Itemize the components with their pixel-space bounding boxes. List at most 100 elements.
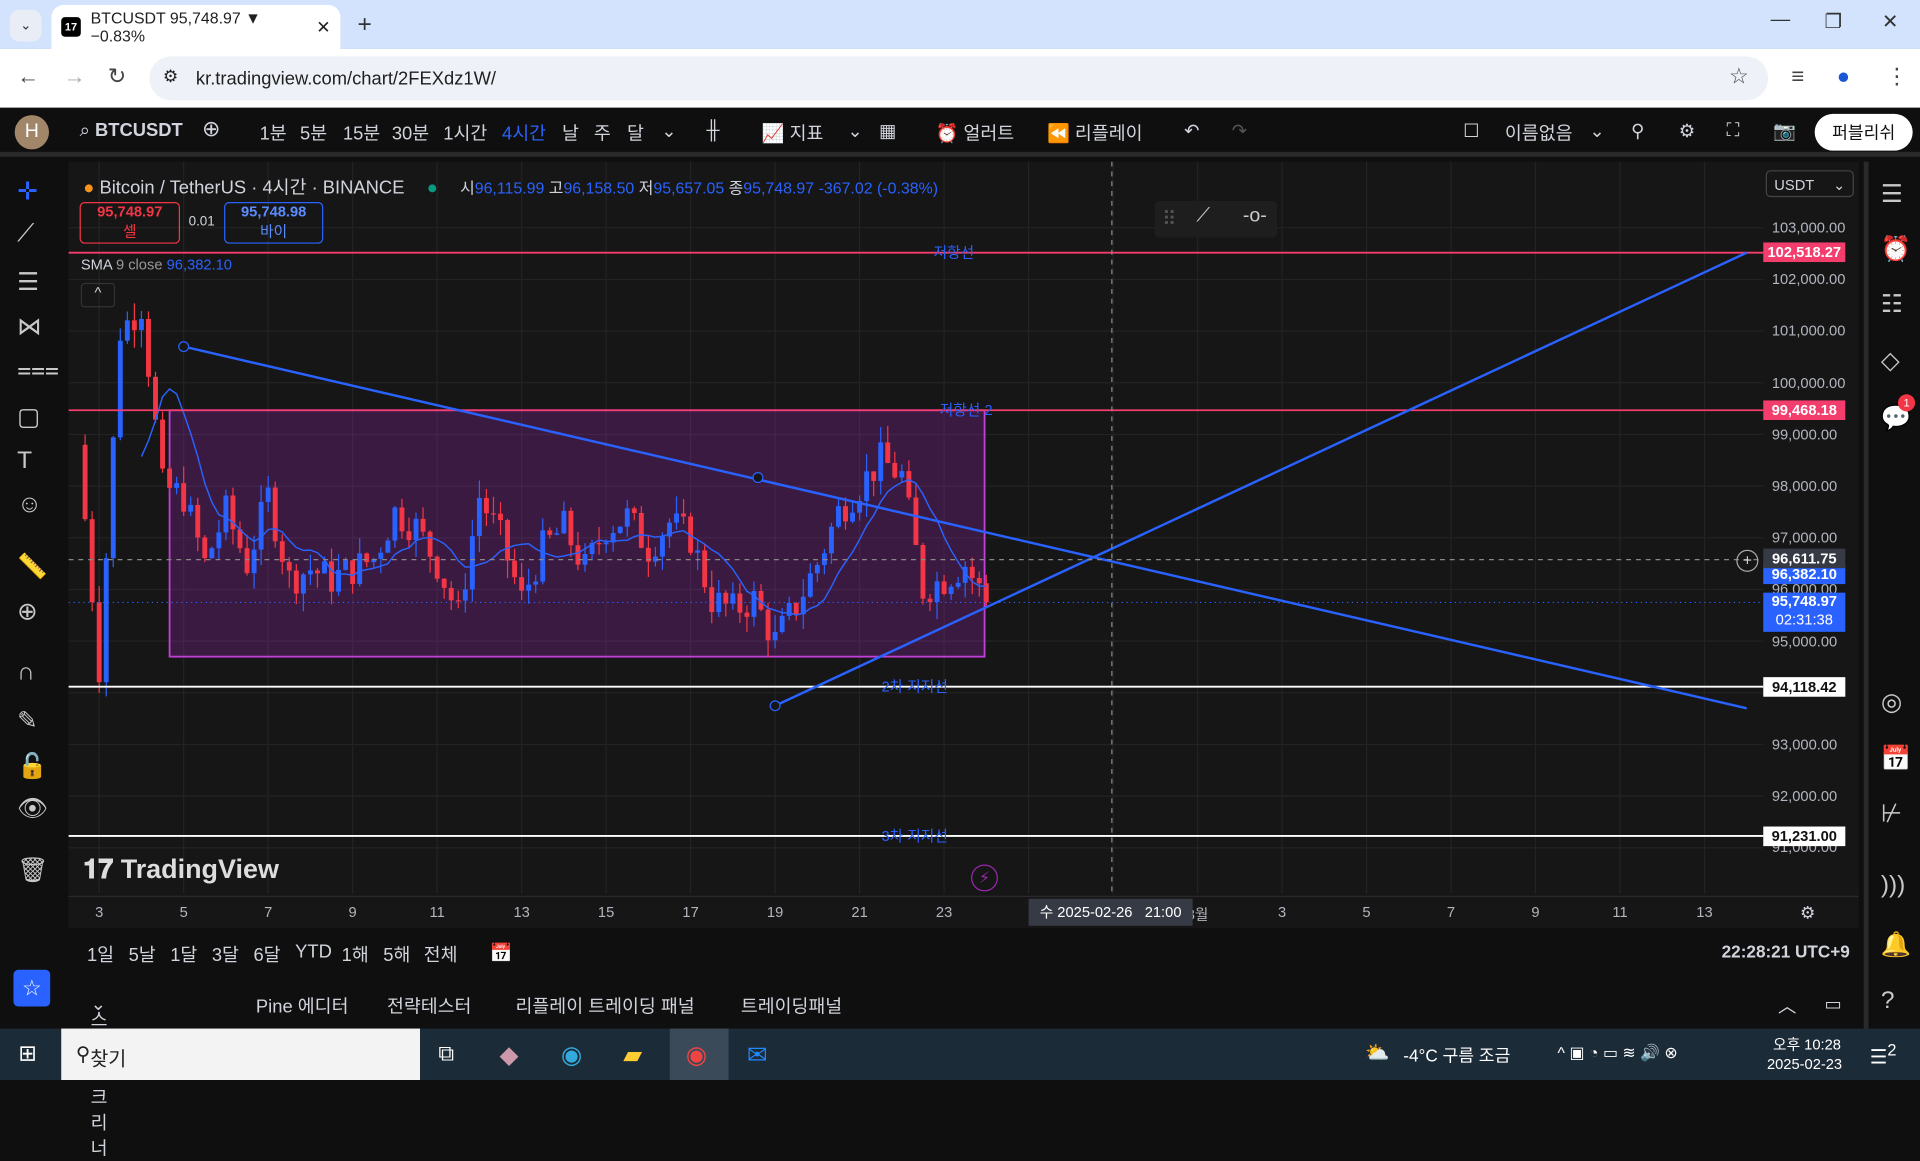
outlook-icon[interactable]: ✉ bbox=[747, 1040, 768, 1071]
close-tab-icon[interactable]: ✕ bbox=[316, 17, 330, 38]
windows-start-icon[interactable]: ⊞ bbox=[18, 1041, 36, 1067]
tf-week[interactable]: 주 bbox=[594, 120, 611, 146]
help-icon[interactable]: ? bbox=[1881, 987, 1895, 1015]
zoom-in-icon[interactable]: ⊕ bbox=[17, 596, 38, 627]
range-1y[interactable]: 1해 bbox=[342, 942, 369, 968]
back-icon[interactable]: ← bbox=[17, 64, 39, 90]
magnet-icon[interactable]: ∩ bbox=[17, 659, 35, 687]
bookmark-star-icon[interactable]: ☆ bbox=[1729, 64, 1749, 90]
currency-select[interactable]: USDT ⌄ bbox=[1765, 170, 1854, 198]
tab-pine-editor[interactable]: Pine 에디터 bbox=[256, 993, 349, 1019]
forecast-icon[interactable]: ⩶ bbox=[17, 356, 59, 384]
minimize-icon[interactable]: — bbox=[1771, 10, 1791, 32]
tray-icons[interactable]: ^ ▣ ◔ ▭ ≋ 🔊 ⊗ bbox=[1558, 1043, 1678, 1063]
publish-button[interactable]: 퍼블리쉬 bbox=[1814, 113, 1913, 151]
close-window-icon[interactable]: ✕ bbox=[1882, 10, 1898, 34]
maximize-panel-icon[interactable]: ▭ bbox=[1824, 993, 1841, 1015]
layers-icon[interactable]: ◇ bbox=[1881, 345, 1900, 376]
edge-icon[interactable]: ◉ bbox=[561, 1040, 582, 1071]
options-icon[interactable]: ⊬ bbox=[1881, 798, 1902, 829]
alert-button[interactable]: ⏰ 얼러트 bbox=[936, 120, 1015, 146]
stream-icon[interactable]: ))) bbox=[1881, 872, 1905, 900]
calendar-icon[interactable]: 📅 bbox=[1881, 743, 1911, 774]
replay-button[interactable]: ⏪ 리플레이 bbox=[1047, 120, 1143, 146]
price-chart[interactable]: 저항선저항선 2 2차 지지선 3차 지지선 bbox=[68, 161, 1859, 929]
tab-stock-screener[interactable]: 스탁 스크리너 ⌄ bbox=[91, 993, 108, 1159]
watchlist-icon[interactable]: ☰ bbox=[1881, 179, 1903, 210]
emoji-icon[interactable]: ☺ bbox=[17, 491, 42, 519]
tf-4h[interactable]: 4시간 bbox=[502, 120, 546, 146]
tf-month[interactable]: 달 bbox=[627, 120, 644, 146]
timeframe-chevron-icon[interactable]: ⌄ bbox=[661, 120, 676, 142]
redo-icon[interactable]: ↷ bbox=[1232, 120, 1247, 142]
clock[interactable]: 22:28:21 UTC+9 bbox=[1722, 942, 1850, 962]
hide-icon[interactable]: 👁 bbox=[17, 793, 48, 824]
indicators-button[interactable]: 📈 지표 bbox=[762, 120, 824, 146]
avatar[interactable]: H bbox=[14, 115, 49, 150]
lightning-icon[interactable]: ⚡ bbox=[971, 864, 998, 892]
range-ytd[interactable]: YTD bbox=[295, 942, 332, 963]
favorites-star-icon[interactable]: ☆ bbox=[13, 969, 51, 1007]
layout-chevron-icon[interactable]: ⌄ bbox=[1589, 120, 1604, 142]
menu-icon[interactable]: ⋮ bbox=[1886, 64, 1908, 90]
collapse-legend-icon[interactable]: ^ bbox=[80, 282, 116, 308]
symbol-search-button[interactable]: ⌕ BTCUSDT bbox=[80, 120, 183, 141]
crosshair-icon[interactable]: ✛ bbox=[17, 176, 38, 207]
forward-icon[interactable]: → bbox=[64, 64, 86, 90]
draw-mode-icon[interactable]: ✎ bbox=[17, 705, 38, 736]
bell-icon[interactable]: 🔔 bbox=[1881, 929, 1911, 960]
horizontal-ray-icon[interactable]: -o- bbox=[1243, 206, 1267, 228]
alerts-clock-icon[interactable]: ⏰ bbox=[1881, 234, 1911, 265]
sell-button[interactable]: 95,748.97 셀 bbox=[79, 202, 181, 244]
range-3m[interactable]: 3달 bbox=[212, 942, 239, 968]
goto-date-icon[interactable]: 📅 bbox=[490, 942, 513, 964]
tf-1m[interactable]: 1분 bbox=[260, 120, 287, 146]
ruler-icon[interactable]: 📏 bbox=[17, 551, 47, 582]
trendline-tool-icon[interactable]: ⟋ bbox=[1196, 206, 1210, 228]
tray-date[interactable]: 2025-02-23 bbox=[1767, 1056, 1842, 1073]
range-5y[interactable]: 5해 bbox=[383, 942, 410, 968]
compare-add-icon[interactable]: ⊕ bbox=[202, 116, 220, 142]
tf-30m[interactable]: 30분 bbox=[392, 120, 429, 146]
shape-icon[interactable]: ▢ bbox=[17, 402, 40, 433]
tf-1h[interactable]: 1시간 bbox=[443, 120, 487, 146]
range-1d[interactable]: 1일 bbox=[87, 942, 114, 968]
expand-panel-icon[interactable]: ︿ bbox=[1778, 993, 1796, 1019]
trendline-icon[interactable]: ⟋ bbox=[17, 220, 34, 248]
tf-15m[interactable]: 15분 bbox=[343, 120, 380, 146]
range-5d[interactable]: 5날 bbox=[129, 942, 156, 968]
range-1m[interactable]: 1달 bbox=[170, 942, 197, 968]
quick-search-icon[interactable]: ⚲ bbox=[1631, 120, 1644, 142]
drag-handle-icon[interactable]: ⠿ bbox=[1162, 207, 1176, 231]
copilot-icon[interactable]: ◆ bbox=[500, 1040, 519, 1071]
add-alert-plus-icon[interactable]: + bbox=[1736, 549, 1759, 572]
url-input[interactable]: kr.tradingview.com/chart/2FEXdz1W/ bbox=[149, 56, 1769, 101]
text-icon[interactable]: T bbox=[17, 447, 32, 475]
fib-icon[interactable]: ☰ bbox=[17, 267, 39, 298]
layout-grid-icon[interactable]: ▦ bbox=[879, 120, 896, 142]
tab-search-chevron-icon[interactable]: ⌄ bbox=[9, 9, 42, 42]
candle-type-icon[interactable]: ╫ bbox=[707, 120, 720, 141]
tf-day[interactable]: 날 bbox=[562, 120, 579, 146]
media-icon[interactable]: ≡ bbox=[1791, 64, 1804, 90]
indicators-chevron-icon[interactable]: ⌄ bbox=[847, 120, 862, 142]
sma-legend[interactable]: SMA 9 close 96,382.10 bbox=[81, 256, 232, 273]
chrome-taskbar-button[interactable]: ◉ bbox=[669, 1028, 729, 1081]
buy-button[interactable]: 95,748.98 바이 bbox=[224, 202, 324, 244]
browser-tab[interactable]: 17 BTCUSDT 95,748.97 ▼ −0.83% ✕ bbox=[51, 4, 341, 49]
tab-replay-panel[interactable]: 리플레이 트레이딩 패널 bbox=[516, 993, 695, 1019]
settings-icon[interactable]: ⚙ bbox=[1679, 120, 1695, 142]
tab-strategy-tester[interactable]: 전략테스터 bbox=[387, 993, 472, 1019]
reload-icon[interactable]: ↻ bbox=[108, 64, 126, 90]
site-info-icon[interactable]: ⚙ bbox=[163, 66, 178, 87]
fullscreen-icon[interactable]: ⛶ bbox=[1727, 120, 1740, 141]
taskbar-search[interactable]: ⚲ 찾기 bbox=[61, 1028, 421, 1081]
range-6m[interactable]: 6달 bbox=[253, 942, 280, 968]
trash-icon[interactable]: 🗑 bbox=[17, 855, 48, 886]
tray-time[interactable]: 오후 10:28 bbox=[1773, 1033, 1841, 1054]
notification-center-icon[interactable]: ☰2 bbox=[1870, 1041, 1897, 1070]
task-view-icon[interactable]: ⧉ bbox=[438, 1041, 454, 1067]
snapshot-icon[interactable]: 📷 bbox=[1773, 120, 1796, 142]
object-tree-icon[interactable]: ☷ bbox=[1881, 289, 1903, 320]
layout-name[interactable]: 이름없음 bbox=[1505, 120, 1573, 146]
